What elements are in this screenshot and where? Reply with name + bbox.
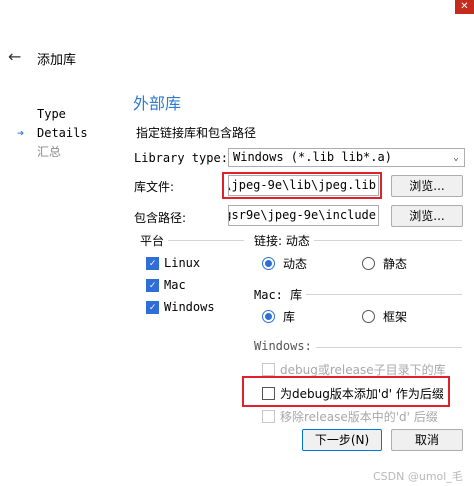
wizard-steps: Type ➔ Details 汇总 [13, 105, 113, 162]
step-details: ➔ Details [13, 124, 113, 143]
platform-windows-checkbox[interactable]: ✓ Windows [146, 300, 215, 314]
dialog-title: 添加库 [37, 53, 77, 68]
library-type-select[interactable]: Windows (*.lib lib*.a) ⌄ [228, 148, 465, 167]
step-summary: 汇总 [37, 145, 62, 159]
platform-linux-checkbox[interactable]: ✓ Linux [146, 256, 200, 270]
checkbox-empty-icon [262, 410, 275, 423]
cancel-button[interactable]: 取消 [391, 429, 463, 451]
next-button[interactable]: 下一步(N) [302, 429, 382, 451]
library-type-label: Library type: [134, 151, 228, 165]
page-subtitle: 指定链接库和包含路径 [136, 126, 257, 140]
step-type: Type [37, 107, 66, 121]
checkmark-icon: ✓ [146, 278, 159, 292]
annotation-highlight-debug-suffix [242, 376, 450, 407]
browse-include-button[interactable]: 浏览... [391, 205, 463, 227]
linkage-dynamic-radio[interactable]: 动态 [262, 255, 307, 272]
annotation-highlight-library-file [222, 172, 382, 199]
platform-mac-checkbox[interactable]: ✓ Mac [146, 278, 186, 292]
linkage-static-radio[interactable]: 静态 [362, 255, 407, 272]
back-arrow-icon[interactable]: ← [8, 47, 21, 66]
mac-group-label: Mac: 库 [254, 286, 307, 303]
checkmark-icon: ✓ [146, 256, 159, 270]
title-bar: ✕ [0, 0, 474, 20]
mac-framework-radio[interactable]: 框架 [362, 308, 407, 325]
chevron-down-icon: ⌄ [452, 152, 459, 163]
checkmark-icon: ✓ [146, 300, 159, 314]
linkage-group-label: 链接: 动态 [254, 232, 314, 249]
library-file-label: 库文件: [134, 180, 175, 194]
include-path-label: 包含路径: [134, 211, 187, 225]
windows-group-label: Windows: [254, 339, 316, 353]
radio-empty-icon [362, 310, 375, 323]
radio-selected-icon [262, 310, 275, 323]
current-step-arrow-icon: ➔ [17, 126, 25, 140]
radio-empty-icon [362, 257, 375, 270]
watermark: CSDN @umol_毛 [373, 470, 463, 483]
close-icon[interactable]: ✕ [455, 0, 474, 14]
platform-group-label: 平台 [140, 232, 169, 249]
page-heading: 外部库 [133, 94, 182, 113]
checkbox-empty-icon [262, 363, 275, 376]
browse-library-button[interactable]: 浏览... [391, 175, 463, 197]
include-path-input[interactable]: egsr9e\jpeg-9e\include [228, 205, 379, 226]
mac-library-radio[interactable]: 库 [262, 308, 295, 325]
windows-remove-suffix-checkbox[interactable]: 移除release版本中的'd' 后缀 [262, 408, 438, 425]
radio-selected-icon [262, 257, 275, 270]
